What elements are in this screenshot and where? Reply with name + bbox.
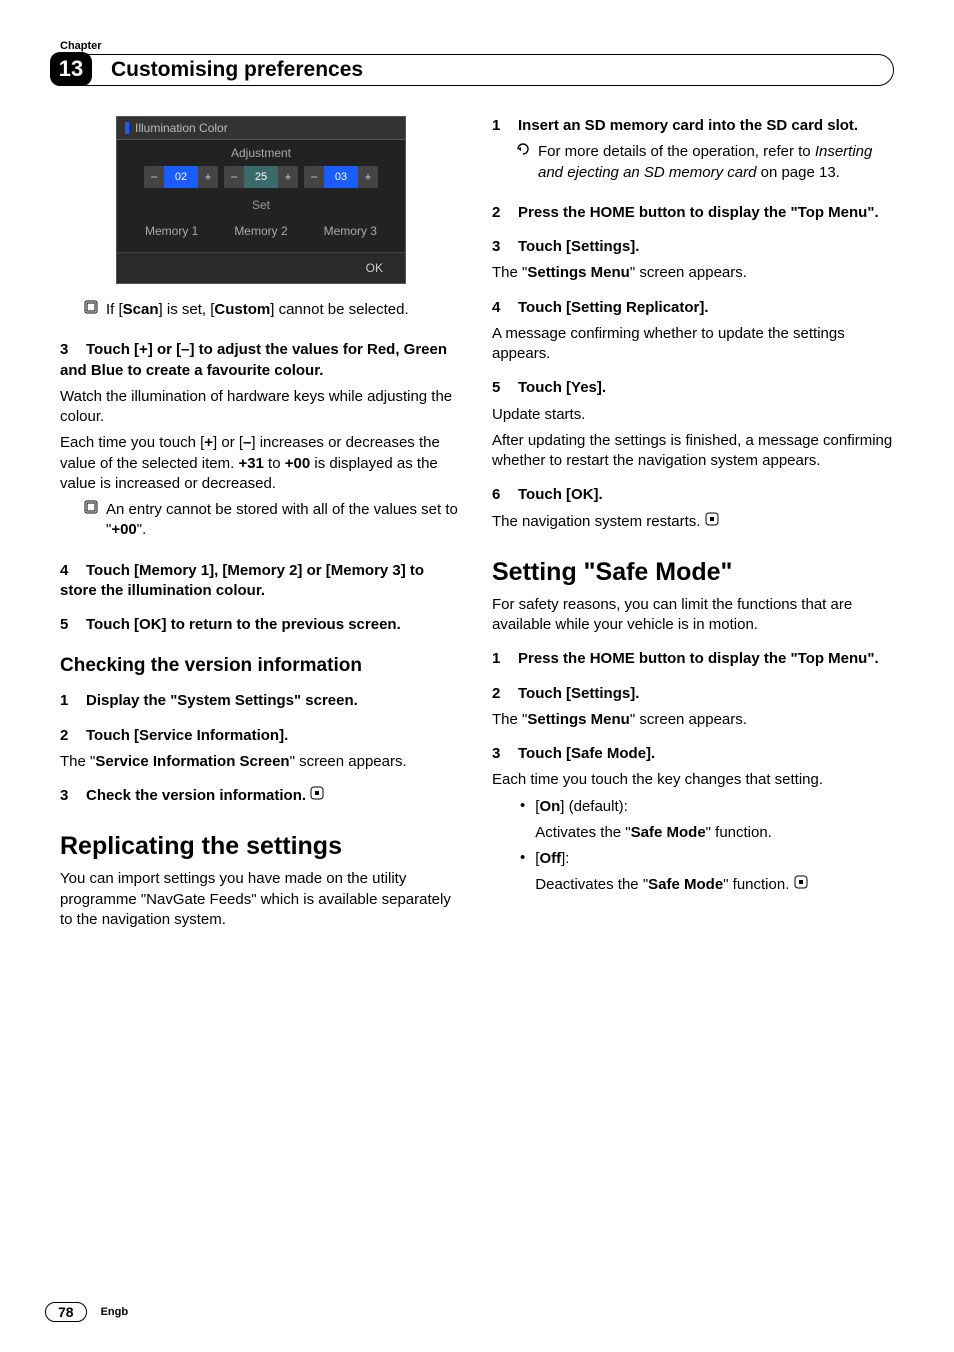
rep-step2: 2Press the HOME button to display the "T… xyxy=(492,203,894,223)
minus-icon[interactable]: − xyxy=(224,166,244,188)
rep-step1-ref: For more details of the operation, refer… xyxy=(516,142,894,189)
end-mark-icon xyxy=(310,786,324,806)
step5-heading: 5Touch [OK] to return to the previous sc… xyxy=(60,615,462,635)
page-number: 78 xyxy=(45,1302,87,1322)
page: Chapter 13 Customising preferences Illum… xyxy=(0,0,954,1352)
ss-set-label: Set xyxy=(117,196,405,218)
note-values-zero: An entry cannot be stored with all of th… xyxy=(84,500,462,547)
ss-blue-spinner[interactable]: − 03 + xyxy=(304,166,378,188)
ver-step2-body: The "Service Information Screen" screen … xyxy=(60,752,462,772)
ss-adjustment-label: Adjustment xyxy=(117,140,405,164)
bullet-icon: • xyxy=(520,849,525,902)
left-column: Illumination Color Adjustment − 02 + − 2… xyxy=(60,116,462,936)
minus-icon[interactable]: − xyxy=(304,166,324,188)
rep-step1: 1Insert an SD memory card into the SD ca… xyxy=(492,116,894,136)
sm-step3: 3Touch [Safe Mode]. xyxy=(492,744,894,764)
rep-step5-body2: After updating the settings is finished,… xyxy=(492,431,894,472)
ss-title: Illumination Color xyxy=(117,117,405,140)
ver-step2: 2Touch [Service Information]. xyxy=(60,726,462,746)
right-column: 1Insert an SD memory card into the SD ca… xyxy=(492,116,894,936)
ss-memory3-button[interactable]: Memory 3 xyxy=(324,224,377,238)
sm-step2-body: The "Settings Menu" screen appears. xyxy=(492,710,894,730)
end-mark-icon xyxy=(705,512,719,532)
rep-step3-body: The "Settings Menu" screen appears. xyxy=(492,263,894,283)
ver-step1: 1Display the "System Settings" screen. xyxy=(60,691,462,711)
chapter-number-badge: 13 xyxy=(50,52,92,86)
ss-rgb-row: − 02 + − 25 + − 03 + xyxy=(117,164,405,196)
content-columns: Illumination Color Adjustment − 02 + − 2… xyxy=(60,116,894,936)
sechead-safemode: Setting "Safe Mode" xyxy=(492,558,894,587)
step3-heading: 3Touch [+] or [–] to adjust the values f… xyxy=(60,340,462,381)
bullet-icon: • xyxy=(520,797,525,850)
step3-body1: Watch the illumination of hardware keys … xyxy=(60,387,462,428)
ss-memory1-button[interactable]: Memory 1 xyxy=(145,224,198,238)
plus-icon[interactable]: + xyxy=(278,166,298,188)
rep-step5-body1: Update starts. xyxy=(492,405,894,425)
step3-body2: Each time you touch [+] or [–] increases… xyxy=(60,433,462,494)
ss-blue-value: 03 xyxy=(324,166,358,188)
page-footer: 78 Engb xyxy=(45,1302,128,1322)
ver-step3: 3Check the version information. xyxy=(60,786,462,806)
rep-step6-body: The navigation system restarts. xyxy=(492,512,894,532)
subhead-version-info: Checking the version information xyxy=(60,655,462,677)
rep-step4: 4Touch [Setting Replicator]. xyxy=(492,298,894,318)
rep-step5: 5Touch [Yes]. xyxy=(492,378,894,398)
ss-green-value: 25 xyxy=(244,166,278,188)
sm-step2: 2Touch [Settings]. xyxy=(492,684,894,704)
ss-red-value: 02 xyxy=(164,166,198,188)
sm-step3-body: Each time you touch the key changes that… xyxy=(492,770,894,790)
locale-label: Engb xyxy=(101,1306,129,1318)
ss-ok-button[interactable]: OK xyxy=(117,252,405,283)
plus-icon[interactable]: + xyxy=(358,166,378,188)
sm-option-on: • [On] (default): Activates the "Safe Mo… xyxy=(520,797,894,850)
rep-step4-body: A message confirming whether to update t… xyxy=(492,324,894,365)
end-mark-icon xyxy=(794,875,808,895)
safemode-intro: For safety reasons, you can limit the fu… xyxy=(492,595,894,636)
note-icon xyxy=(84,300,98,326)
note-icon xyxy=(84,500,98,547)
sm-option-off: • [Off]: Deactivates the "Safe Mode" fun… xyxy=(520,849,894,902)
replicating-body: You can import settings you have made on… xyxy=(60,869,462,930)
sm-step1: 1Press the HOME button to display the "T… xyxy=(492,649,894,669)
ss-green-spinner[interactable]: − 25 + xyxy=(224,166,298,188)
sechead-replicating: Replicating the settings xyxy=(60,832,462,861)
ss-memory2-button[interactable]: Memory 2 xyxy=(234,224,287,238)
rep-step6: 6Touch [OK]. xyxy=(492,485,894,505)
reference-arrow-icon xyxy=(516,142,530,189)
chapter-label: Chapter xyxy=(60,40,894,52)
page-header: 13 Customising preferences xyxy=(60,54,894,86)
note-scan-custom: If [Scan] is set, [Custom] cannot be sel… xyxy=(84,300,462,326)
chapter-title: Customising preferences xyxy=(70,54,894,86)
plus-icon[interactable]: + xyxy=(198,166,218,188)
illumination-color-screenshot: Illumination Color Adjustment − 02 + − 2… xyxy=(116,116,406,284)
minus-icon[interactable]: − xyxy=(144,166,164,188)
ss-red-spinner[interactable]: − 02 + xyxy=(144,166,218,188)
step4-heading: 4Touch [Memory 1], [Memory 2] or [Memory… xyxy=(60,561,462,602)
rep-step3: 3Touch [Settings]. xyxy=(492,237,894,257)
